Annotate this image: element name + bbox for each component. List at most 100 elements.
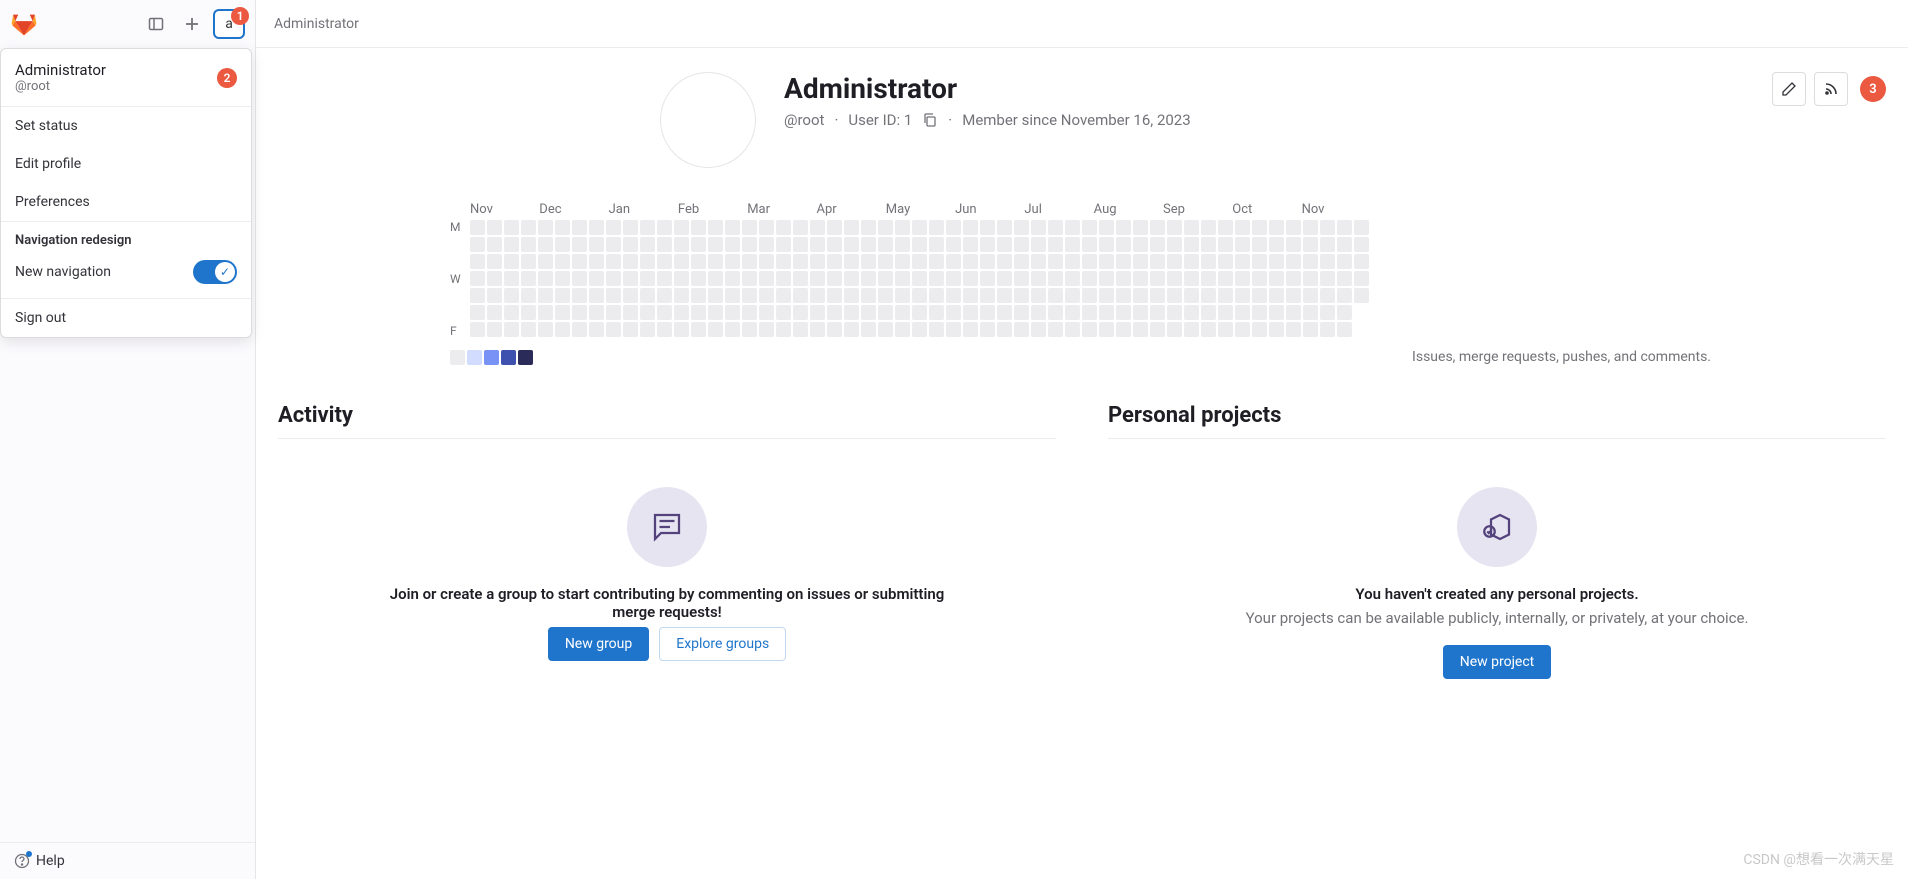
calendar-cell[interactable]: [844, 220, 859, 235]
calendar-cell[interactable]: [708, 288, 723, 303]
calendar-cell[interactable]: [691, 305, 706, 320]
calendar-cell[interactable]: [878, 220, 893, 235]
calendar-cell[interactable]: [844, 305, 859, 320]
calendar-cell[interactable]: [810, 220, 825, 235]
calendar-cell[interactable]: [980, 305, 995, 320]
calendar-cell[interactable]: [912, 237, 927, 252]
calendar-cell[interactable]: [759, 237, 774, 252]
calendar-cell[interactable]: [1133, 288, 1148, 303]
calendar-cell[interactable]: [640, 220, 655, 235]
calendar-cell[interactable]: [538, 254, 553, 269]
calendar-cell[interactable]: [1048, 237, 1063, 252]
calendar-cell[interactable]: [759, 288, 774, 303]
calendar-cell[interactable]: [1303, 288, 1318, 303]
calendar-cell[interactable]: [657, 288, 672, 303]
calendar-cell[interactable]: [521, 288, 536, 303]
calendar-cell[interactable]: [1235, 220, 1250, 235]
calendar-cell[interactable]: [963, 322, 978, 337]
calendar-cell[interactable]: [895, 254, 910, 269]
calendar-cell[interactable]: [1201, 322, 1216, 337]
calendar-cell[interactable]: [1167, 322, 1182, 337]
calendar-cell[interactable]: [1082, 237, 1097, 252]
calendar-cell[interactable]: [1218, 305, 1233, 320]
calendar-cell[interactable]: [997, 271, 1012, 286]
calendar-cell[interactable]: [929, 271, 944, 286]
calendar-cell[interactable]: [810, 237, 825, 252]
calendar-cell[interactable]: [929, 322, 944, 337]
calendar-cell[interactable]: [555, 271, 570, 286]
calendar-cell[interactable]: [810, 305, 825, 320]
calendar-cell[interactable]: [640, 322, 655, 337]
calendar-cell[interactable]: [589, 271, 604, 286]
calendar-cell[interactable]: [674, 271, 689, 286]
calendar-cell[interactable]: [1065, 254, 1080, 269]
calendar-cell[interactable]: [742, 322, 757, 337]
calendar-cell[interactable]: [1184, 305, 1199, 320]
calendar-cell[interactable]: [980, 237, 995, 252]
calendar-cell[interactable]: [572, 288, 587, 303]
calendar-cell[interactable]: [827, 254, 842, 269]
calendar-cell[interactable]: [1354, 220, 1369, 235]
calendar-cell[interactable]: [487, 305, 502, 320]
calendar-cell[interactable]: [555, 254, 570, 269]
calendar-cell[interactable]: [572, 237, 587, 252]
calendar-cell[interactable]: [1014, 288, 1029, 303]
calendar-cell[interactable]: [742, 220, 757, 235]
calendar-cell[interactable]: [1286, 322, 1301, 337]
calendar-cell[interactable]: [1167, 220, 1182, 235]
calendar-cell[interactable]: [912, 305, 927, 320]
calendar-cell[interactable]: [521, 220, 536, 235]
calendar-cell[interactable]: [1252, 220, 1267, 235]
calendar-cell[interactable]: [1201, 271, 1216, 286]
calendar-cell[interactable]: [861, 271, 876, 286]
calendar-cell[interactable]: [963, 305, 978, 320]
calendar-cell[interactable]: [1269, 322, 1284, 337]
calendar-cell[interactable]: [1286, 237, 1301, 252]
calendar-cell[interactable]: [1167, 288, 1182, 303]
calendar-cell[interactable]: [861, 254, 876, 269]
calendar-cell[interactable]: [521, 305, 536, 320]
calendar-cell[interactable]: [929, 237, 944, 252]
calendar-cell[interactable]: [521, 271, 536, 286]
calendar-cell[interactable]: [725, 271, 740, 286]
calendar-cell[interactable]: [1235, 288, 1250, 303]
calendar-cell[interactable]: [1116, 220, 1131, 235]
calendar-cell[interactable]: [470, 271, 485, 286]
calendar-cell[interactable]: [708, 305, 723, 320]
help-link[interactable]: Help: [0, 842, 255, 879]
calendar-cell[interactable]: [1303, 322, 1318, 337]
calendar-cell[interactable]: [521, 254, 536, 269]
calendar-cell[interactable]: [997, 288, 1012, 303]
calendar-cell[interactable]: [1014, 220, 1029, 235]
calendar-cell[interactable]: [929, 305, 944, 320]
calendar-cell[interactable]: [725, 305, 740, 320]
calendar-cell[interactable]: [538, 220, 553, 235]
calendar-cell[interactable]: [1269, 254, 1284, 269]
calendar-cell[interactable]: [1320, 220, 1335, 235]
calendar-cell[interactable]: [1099, 288, 1114, 303]
calendar-cell[interactable]: [793, 237, 808, 252]
calendar-cell[interactable]: [1252, 237, 1267, 252]
calendar-cell[interactable]: [912, 220, 927, 235]
calendar-cell[interactable]: [1014, 237, 1029, 252]
calendar-cell[interactable]: [725, 254, 740, 269]
edit-profile-button[interactable]: [1772, 72, 1806, 106]
calendar-cell[interactable]: [1014, 271, 1029, 286]
gitlab-logo-icon[interactable]: [10, 10, 38, 38]
user-menu-button[interactable]: a 1: [213, 9, 245, 39]
calendar-cell[interactable]: [555, 237, 570, 252]
calendar-cell[interactable]: [895, 288, 910, 303]
calendar-cell[interactable]: [1082, 271, 1097, 286]
calendar-cell[interactable]: [861, 305, 876, 320]
calendar-cell[interactable]: [776, 220, 791, 235]
calendar-cell[interactable]: [1082, 305, 1097, 320]
calendar-cell[interactable]: [1286, 288, 1301, 303]
calendar-cell[interactable]: [997, 220, 1012, 235]
calendar-cell[interactable]: [929, 288, 944, 303]
calendar-cell[interactable]: [708, 254, 723, 269]
calendar-cell[interactable]: [504, 305, 519, 320]
calendar-cell[interactable]: [504, 237, 519, 252]
calendar-cell[interactable]: [878, 322, 893, 337]
calendar-cell[interactable]: [470, 237, 485, 252]
calendar-cell[interactable]: [1218, 237, 1233, 252]
